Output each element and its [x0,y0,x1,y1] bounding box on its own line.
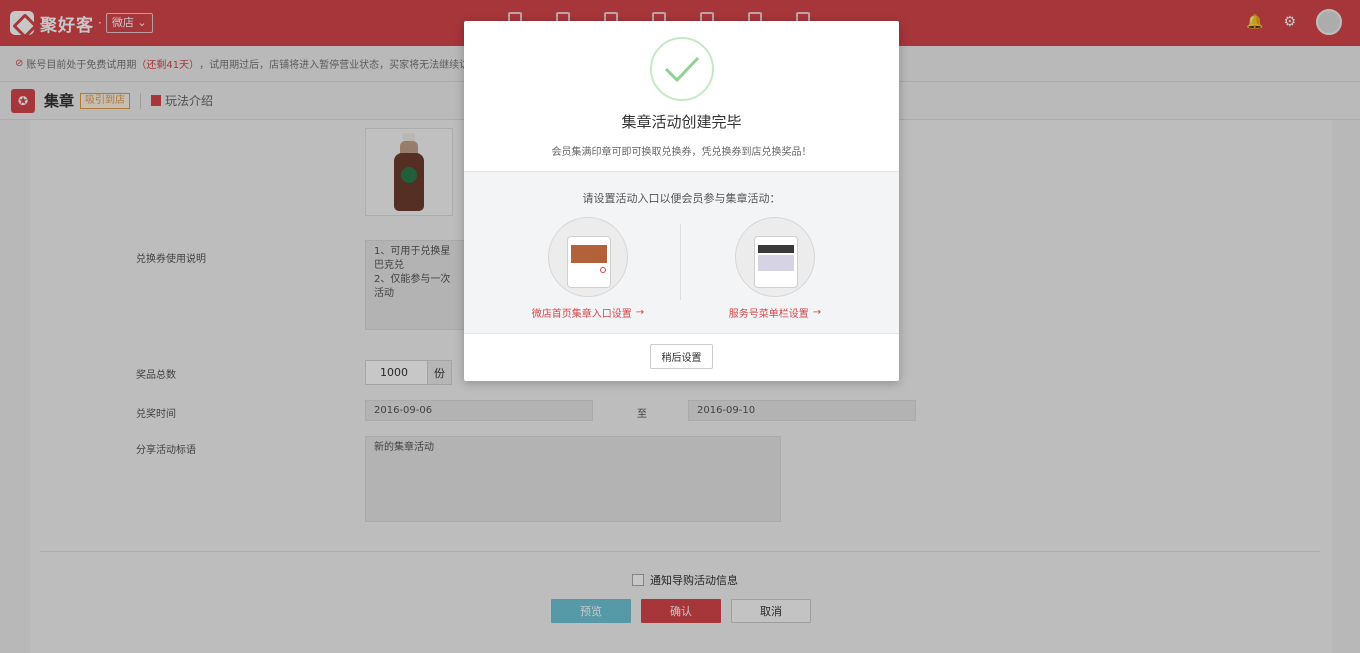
store-entry-link[interactable]: 微店首页集章入口设置 → [532,305,644,320]
arrow-right-icon: → [635,307,645,318]
dialog-title: 集章活动创建完毕 [621,113,742,131]
entry-service-menu[interactable]: 服务号菜单栏设置 → [695,217,855,320]
set-later-button[interactable]: 稍后设置 [650,344,713,369]
menu-entry-label: 服务号菜单栏设置 [728,309,809,320]
entry-wechat-store[interactable]: 微店首页集章入口设置 → [508,217,668,320]
phone-mockup-icon [567,236,611,288]
success-check-icon [650,37,714,101]
store-entry-preview [548,217,628,297]
menu-entry-link[interactable]: 服务号菜单栏设置 → [729,305,821,320]
store-entry-label: 微店首页集章入口设置 [531,309,632,320]
success-dialog: 集章活动创建完毕 会员集满印章可即可换取兑换券，凭兑换券到店兑换奖品！ 请设置活… [464,21,899,381]
dialog-body: 请设置活动入口以便会员参与集章活动： 微店首页集章入口设置 → 服务号菜单栏设置 → [464,171,899,334]
entry-divider [680,224,681,300]
phone-mockup-icon [754,236,798,288]
dialog-description: 会员集满印章可即可换取兑换券，凭兑换券到店兑换奖品！ [551,147,812,158]
entry-hint: 请设置活动入口以便会员参与集章活动： [582,192,781,205]
arrow-right-icon: → [812,307,822,318]
menu-entry-preview [735,217,815,297]
